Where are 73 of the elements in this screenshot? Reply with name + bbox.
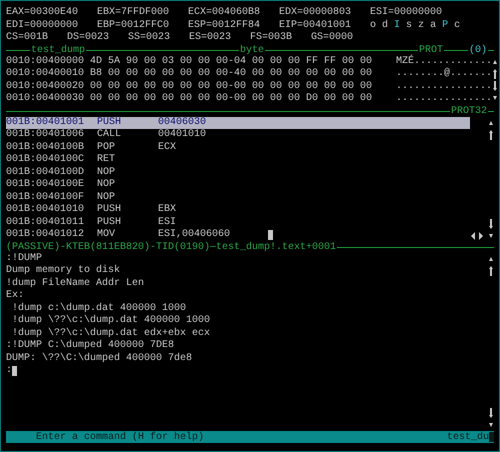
cpu-flag-label: c xyxy=(454,20,460,32)
data-format: byte xyxy=(238,44,265,56)
code-row[interactable]: 001B:00401006 CALL 00401010 xyxy=(6,129,268,142)
page-up-arrow-icon[interactable] xyxy=(488,128,494,140)
mode-label: PROT xyxy=(418,44,443,56)
register-value: EAX=00300E40 xyxy=(6,7,80,20)
code-row[interactable]: 001B:00401010 PUSH EBX xyxy=(6,204,268,216)
memory-address: 0010:00400020 xyxy=(6,80,86,93)
register-value: FS=003B xyxy=(250,32,294,44)
window-index: (0) xyxy=(468,44,487,56)
cpu-flag-label: s xyxy=(406,20,412,32)
register-value: SS=0023 xyxy=(128,32,172,44)
page-down-arrow-icon[interactable] xyxy=(488,407,494,419)
command-output-line: Dump memory to disk xyxy=(6,265,120,278)
text-cursor xyxy=(12,366,18,376)
cpu-flag-label: a xyxy=(430,20,436,32)
page-up-arrow-icon[interactable] xyxy=(492,68,498,80)
memory-address: 0010:00400010 xyxy=(6,68,86,80)
command-output-line: !dump FileName Addr Len xyxy=(6,278,144,290)
memory-address: 0010:00400030 xyxy=(6,93,86,106)
code-row[interactable]: 001B:0040100E NOP xyxy=(6,179,268,192)
register-value: DS=0023 xyxy=(67,32,110,44)
register-value: CS=001B xyxy=(6,32,50,44)
command-output-line: !dump \??\c:\dump.dat edx+ebx ecx xyxy=(11,328,210,340)
code-row[interactable]: 001B:00401001 PUSH 00406030 xyxy=(6,116,470,129)
module-name: test_du xyxy=(446,432,489,442)
command-output-line: !dump c:\dump.dat 400000 1000 xyxy=(11,302,186,314)
code-row[interactable]: 001B:00401011 PUSH ESI xyxy=(6,216,268,229)
hex-bytes: 00 00 00 00 00 00 00 00-00 00 00 00 D0 00 00 00 xyxy=(90,93,374,106)
cpu-flag-label: d xyxy=(382,20,388,32)
code-row[interactable]: 001B:0040100D NOP xyxy=(6,166,268,179)
ascii-text: ................ xyxy=(396,93,492,106)
register-value: EBX=7FFDF000 xyxy=(97,7,170,20)
cpu-flag-label: I xyxy=(394,20,400,32)
code-row[interactable]: 001B:0040100B POP ECX xyxy=(6,142,268,154)
ascii-text: ................ xyxy=(396,80,492,93)
page-down-arrow-icon[interactable] xyxy=(492,80,498,92)
register-value: ESP=0012FF84 xyxy=(188,20,262,32)
command-output-line: !dump \??\c:\dump.dat 400000 1000 xyxy=(11,315,210,328)
ascii-text: MZÉ............. xyxy=(396,56,492,68)
register-value: ESI=00000000 xyxy=(370,7,444,20)
register-value: EIP=00401001 xyxy=(279,20,352,32)
register-value: ECX=004060B8 xyxy=(188,7,262,20)
command-output-line: :!DUMP xyxy=(6,252,42,265)
code-row[interactable]: 001B:0040100C RET xyxy=(6,154,268,166)
command-hint: Enter a command (H for help) xyxy=(36,432,206,442)
page-down-arrow-icon[interactable] xyxy=(488,218,494,230)
hex-bytes: 4D 5A 90 00 03 00 00 00-04 00 00 00 FF FF 00 00 xyxy=(90,56,374,68)
page-up-arrow-icon[interactable] xyxy=(488,264,494,276)
register-value: GS=0000 xyxy=(311,32,354,44)
text-cursor xyxy=(268,230,273,240)
text-cursor xyxy=(489,432,494,442)
command-prompt: : xyxy=(6,365,12,378)
command-output-line: DUMP: \??\C:\dumped 400000 7de8 xyxy=(6,352,192,365)
command-output-line: :!DUMP C:\dumped 400000 7DE8 xyxy=(6,340,174,352)
code-row[interactable]: 001B:0040100F NOP xyxy=(6,192,268,204)
window-title: test_dump xyxy=(30,44,86,56)
left-right-arrows-icon[interactable] xyxy=(470,230,484,242)
cpu-flag-label: P xyxy=(442,20,448,32)
context-line: (PASSIVE)-KTEB(811EB820)-TID(0190)—test_dump!.text+0001 xyxy=(6,242,338,252)
hex-bytes: B8 00 00 00 00 00 00 00-40 00 00 00 00 00 00 00 xyxy=(90,68,374,80)
mode-label: PROT32 xyxy=(450,106,488,116)
cpu-flag-label: z xyxy=(418,20,424,32)
hex-bytes: 00 00 00 00 00 00 00 00-00 00 00 00 00 00 00 00 xyxy=(90,80,374,93)
memory-address: 0010:00400000 xyxy=(6,56,86,68)
register-value: ES=0023 xyxy=(189,32,232,44)
code-row[interactable]: 001B:00401012 MOV ESI,00406060 xyxy=(6,229,268,242)
ascii-text: ........@....... xyxy=(396,68,492,80)
cpu-flag-label: o xyxy=(370,20,376,32)
register-value: EDX=00000803 xyxy=(279,7,352,20)
command-output-line: Ex: xyxy=(6,290,24,302)
register-value: EDI=00000000 xyxy=(6,20,80,32)
register-value: EBP=0012FFC0 xyxy=(97,20,170,32)
